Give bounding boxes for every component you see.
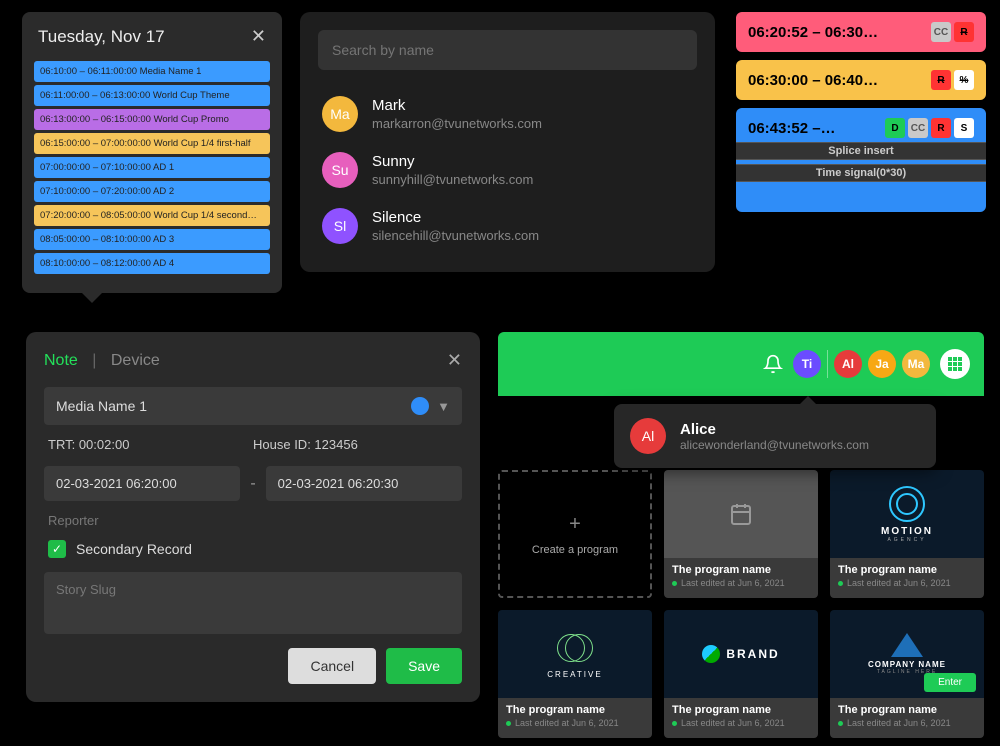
calendar-icon	[729, 502, 753, 526]
time-card[interactable]: 06:43:52 –… DCCRS Splice insert Time signal…	[736, 108, 986, 212]
avatar: Al	[630, 418, 666, 454]
contact-name: Silence	[372, 209, 539, 226]
schedule-row[interactable]: 06:11:00:00 – 06:13:00:00 World Cup Them…	[34, 85, 270, 106]
contact-name: Mark	[372, 97, 542, 114]
bell-icon[interactable]	[763, 354, 783, 374]
program-card[interactable]: ⋮ COMPANY NAMETAGLINE HERE Enter The pro…	[830, 610, 984, 738]
tag-badge: R	[931, 118, 951, 138]
sub-label: Splice insert	[736, 142, 986, 160]
color-dot-icon	[411, 397, 429, 415]
time-range: 06:30:00 – 06:40…	[748, 72, 925, 89]
avatar: Ma	[322, 96, 358, 132]
house-id-label: House ID: 123456	[253, 437, 458, 452]
avatar: Sl	[322, 208, 358, 244]
schedule-title: Tuesday, Nov 17	[38, 27, 165, 47]
reporter-field[interactable]: Reporter	[44, 513, 462, 528]
program-card[interactable]: ⋮ BRAND The program nameLast edited at J…	[664, 610, 818, 738]
media-name: Media Name 1	[56, 398, 147, 414]
schedule-row[interactable]: 07:20:00:00 – 08:05:00:00 World Cup 1/4 …	[34, 205, 270, 226]
trt-label: TRT: 00:02:00	[48, 437, 253, 452]
tag-badge: %	[954, 70, 974, 90]
save-button[interactable]: Save	[386, 648, 462, 684]
programs-grid: + Create a program The program nameLast …	[498, 470, 984, 738]
tag-badge: R	[931, 70, 951, 90]
contact-row[interactable]: Ma Mark markarron@tvunetworks.com	[318, 86, 697, 142]
cancel-button[interactable]: Cancel	[288, 648, 376, 684]
search-panel: Ma Mark markarron@tvunetworks.comSu Sunn…	[300, 12, 715, 272]
program-card[interactable]: The program nameLast edited at Jun 6, 20…	[664, 470, 818, 598]
media-select[interactable]: Media Name 1 ▼	[44, 387, 462, 425]
datetime-end-input[interactable]: 02-03-2021 06:20:30	[266, 466, 462, 501]
plus-icon: +	[569, 513, 581, 536]
top-nav-bar: Ti AlJaMa	[498, 332, 984, 396]
contact-row[interactable]: Sl Silence silencehill@tvunetworks.com	[318, 198, 697, 254]
secondary-record-label: Secondary Record	[76, 541, 192, 557]
contact-name: Sunny	[372, 153, 533, 170]
user-tooltip: Al Alice alicewonderland@tvunetworks.com	[614, 404, 936, 468]
schedule-row[interactable]: 08:05:00:00 – 08:10:00:00 AD 3	[34, 229, 270, 250]
tag-badge: D	[885, 118, 905, 138]
search-input[interactable]	[318, 30, 697, 70]
user-avatar[interactable]: Ja	[868, 350, 896, 378]
brand-logo: BRAND	[702, 645, 779, 663]
apps-grid-button[interactable]	[940, 349, 970, 379]
schedule-row[interactable]: 06:15:00:00 – 07:00:00:00 World Cup 1/4 …	[34, 133, 270, 154]
create-program-label: Create a program	[532, 544, 618, 556]
time-card[interactable]: 06:20:52 – 06:30… CCR	[736, 12, 986, 52]
tab-note[interactable]: Note	[44, 352, 78, 369]
schedule-popover: Tuesday, Nov 17 ✕ 06:10:00 – 06:11:00:00…	[22, 12, 282, 293]
program-card[interactable]: MOTIONAGENCY The program nameLast edited…	[830, 470, 984, 598]
enter-button[interactable]: Enter	[924, 673, 976, 692]
contact-email: silencehill@tvunetworks.com	[372, 228, 539, 243]
schedule-row[interactable]: 07:00:00:00 – 07:10:00:00 AD 1	[34, 157, 270, 178]
schedule-row[interactable]: 08:10:00:00 – 08:12:00:00 AD 4	[34, 253, 270, 274]
user-avatar[interactable]: Ti	[793, 350, 821, 378]
motion-logo: MOTIONAGENCY	[881, 486, 933, 543]
user-avatar[interactable]: Al	[834, 350, 862, 378]
creative-logo: CREATIVE	[547, 630, 602, 679]
note-device-panel: Note | Device ✕ Media Name 1 ▼ TRT: 00:0…	[26, 332, 480, 702]
contact-email: sunnyhill@tvunetworks.com	[372, 172, 533, 187]
tag-badge: CC	[908, 118, 928, 138]
chevron-down-icon: ▼	[437, 399, 450, 414]
tag-badge: CC	[931, 22, 951, 42]
time-card[interactable]: 06:30:00 – 06:40… R%	[736, 60, 986, 100]
company-logo: COMPANY NAMETAGLINE HERE	[868, 633, 946, 675]
avatar: Su	[322, 152, 358, 188]
close-icon[interactable]: ✕	[251, 26, 266, 47]
contact-row[interactable]: Su Sunny sunnyhill@tvunetworks.com	[318, 142, 697, 198]
tab-device[interactable]: Device	[111, 352, 160, 369]
time-range: 06:20:52 – 06:30…	[748, 24, 925, 41]
time-cards: 06:20:52 – 06:30…CCR06:30:00 – 06:40…R%0…	[736, 12, 986, 220]
user-email: alicewonderland@tvunetworks.com	[680, 438, 869, 452]
sub-label: Time signal(0*30)	[736, 164, 986, 182]
create-program-card[interactable]: + Create a program	[498, 470, 652, 598]
time-range: 06:43:52 –…	[748, 120, 879, 137]
close-icon[interactable]: ✕	[447, 350, 462, 371]
datetime-start-input[interactable]: 02-03-2021 06:20:00	[44, 466, 240, 501]
schedule-row[interactable]: 06:13:00:00 – 06:15:00:00 World Cup Prom…	[34, 109, 270, 130]
secondary-record-checkbox[interactable]: ✓	[48, 540, 66, 558]
program-card[interactable]: CREATIVE The program nameLast edited at …	[498, 610, 652, 738]
schedule-row[interactable]: 07:10:00:00 – 07:20:00:00 AD 2	[34, 181, 270, 202]
schedule-row[interactable]: 06:10:00 – 06:11:00:00 Media Name 1	[34, 61, 270, 82]
tag-badge: S	[954, 118, 974, 138]
user-avatar[interactable]: Ma	[902, 350, 930, 378]
user-name: Alice	[680, 421, 869, 438]
tag-badge: R	[954, 22, 974, 42]
story-slug-textarea[interactable]: Story Slug	[44, 572, 462, 634]
contact-email: markarron@tvunetworks.com	[372, 116, 542, 131]
